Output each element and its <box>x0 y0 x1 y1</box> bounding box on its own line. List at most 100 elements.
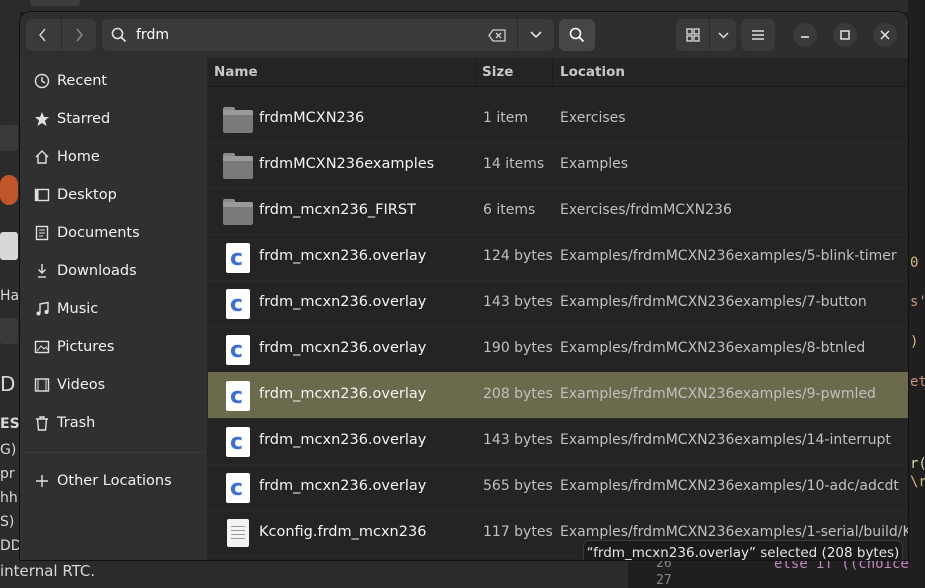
search-icon <box>569 27 585 43</box>
file-size: 190 bytes <box>483 340 553 356</box>
sidebar-item-label: Trash <box>57 415 96 431</box>
c-source-file-icon: c <box>223 243 253 273</box>
back-button[interactable] <box>26 19 61 51</box>
table-row[interactable]: frdm_mcxn236_FIRST 6 items Exercises/frdmM… <box>208 188 908 235</box>
file-name: frdm_mcxn236.overlay <box>259 478 427 494</box>
line-number: 27 <box>656 573 672 588</box>
main-menu-button[interactable] <box>741 19 775 51</box>
table-row[interactable]: c frdm_mcxn236.overlay 143 bytes Examples/f… <box>208 280 908 327</box>
column-header-location[interactable]: Location <box>560 64 625 80</box>
desktop-icon <box>32 187 52 203</box>
table-row[interactable]: frdmMCXN236examples 14 items Examples <box>208 142 908 189</box>
background-field <box>0 318 18 344</box>
view-options-dropdown[interactable] <box>709 19 736 51</box>
file-name: frdm_mcxn236.overlay <box>259 340 427 356</box>
file-location: Examples <box>560 156 629 172</box>
sidebar-item-videos[interactable]: Videos <box>20 366 207 404</box>
file-location: Examples/frdmMCXN236examples/7-button <box>560 294 867 310</box>
sidebar-item-label: Other Locations <box>57 473 172 489</box>
star-icon <box>32 111 52 127</box>
file-location: Examples/frdmMCXN236examples/9-pwmled <box>560 386 876 402</box>
file-name: Kconfig.frdm_mcxn236 <box>259 524 427 540</box>
backspace-icon <box>488 28 506 42</box>
text-file-icon <box>223 519 253 549</box>
header-bar <box>20 12 908 58</box>
sidebar-item-desktop[interactable]: Desktop <box>20 176 207 214</box>
column-header-name[interactable]: Name <box>214 64 258 80</box>
background-code-text: et <box>910 374 925 390</box>
chevron-right-icon <box>76 28 83 42</box>
home-icon <box>32 149 52 165</box>
music-icon <box>32 301 52 317</box>
c-source-file-icon: c <box>223 427 253 457</box>
sidebar-item-other-locations[interactable]: Other Locations <box>20 462 207 500</box>
file-name: frdmMCXN236 <box>259 110 365 126</box>
c-source-file-icon: c <box>223 289 253 319</box>
background-code-text: 0 <box>910 255 919 271</box>
sidebar-item-music[interactable]: Music <box>20 290 207 328</box>
sidebar-item-documents[interactable]: Documents <box>20 214 207 252</box>
background-text: S) <box>0 514 15 530</box>
search-input[interactable] <box>136 27 477 43</box>
search-toggle-button[interactable] <box>559 19 595 51</box>
close-button[interactable] <box>873 23 897 47</box>
column-divider[interactable] <box>475 58 476 86</box>
c-source-file-icon: c <box>223 381 253 411</box>
column-headers: Name Size Location <box>208 58 908 87</box>
clear-search-button[interactable] <box>477 28 517 42</box>
background-text: internal RTC. <box>0 562 96 580</box>
file-location: Examples/frdmMCXN236examples/1-serial/bu… <box>560 524 908 540</box>
sidebar-item-pictures[interactable]: Pictures <box>20 328 207 366</box>
file-name: frdm_mcxn236.overlay <box>259 248 427 264</box>
sidebar-item-starred[interactable]: Starred <box>20 100 207 138</box>
file-size: 1 item <box>483 110 528 126</box>
background-tab <box>30 0 80 6</box>
table-row[interactable]: c frdm_mcxn236.overlay 143 bytes Examples/f… <box>208 418 908 465</box>
background-app-bottom: internal RTC. 26 27 else if ((choice <box>0 556 925 588</box>
sidebar-item-downloads[interactable]: Downloads <box>20 252 207 290</box>
sidebar-item-trash[interactable]: Trash <box>20 404 207 442</box>
maximize-button[interactable] <box>833 23 857 47</box>
file-size: 124 bytes <box>483 248 553 264</box>
file-size: 6 items <box>483 202 536 218</box>
background-text: D <box>0 372 16 396</box>
chevron-left-icon <box>39 28 46 42</box>
background-code-editor: 26 27 else if ((choice <box>628 556 925 588</box>
c-source-file-icon: c <box>223 335 253 365</box>
sidebar-item-label: Downloads <box>57 263 137 279</box>
file-size: 117 bytes <box>483 524 553 540</box>
picture-icon <box>32 339 52 355</box>
table-row[interactable]: c frdm_mcxn236.overlay 565 bytes Examples/f… <box>208 464 908 511</box>
sidebar-item-home[interactable]: Home <box>20 138 207 176</box>
grid-icon <box>686 28 700 42</box>
sidebar-item-recent[interactable]: Recent <box>20 62 207 100</box>
close-icon <box>880 30 890 40</box>
table-row[interactable]: c frdm_mcxn236.overlay 208 bytes Examples/f… <box>208 372 908 419</box>
forward-button[interactable] <box>62 19 97 51</box>
sidebar-item-label: Starred <box>57 111 111 127</box>
grid-view-button[interactable] <box>676 19 709 51</box>
file-size: 565 bytes <box>483 478 553 494</box>
c-source-file-icon: c <box>223 473 253 503</box>
table-row[interactable]: c frdm_mcxn236.overlay 124 bytes Examples/f… <box>208 234 908 281</box>
file-name: frdm_mcxn236.overlay <box>259 294 427 310</box>
column-header-size[interactable]: Size <box>482 64 513 80</box>
background-text: hh <box>0 490 18 506</box>
folder-icon <box>223 151 253 181</box>
background-code-text: s' <box>910 294 925 310</box>
search-options-dropdown[interactable] <box>517 19 554 51</box>
background-text: pr <box>0 466 15 482</box>
search-icon <box>102 27 136 43</box>
background-app-left: Ha D ES G) pr hh S) DD <box>0 0 22 588</box>
minimize-button[interactable] <box>793 23 817 47</box>
sidebar: Recent Starred Home Desktop Documents Do… <box>20 58 207 560</box>
table-row[interactable]: frdmMCXN236 1 item Exercises <box>208 96 908 143</box>
view-switcher <box>676 19 736 51</box>
chevron-down-icon <box>530 31 542 39</box>
column-divider[interactable] <box>552 58 553 86</box>
table-row[interactable]: c frdm_mcxn236.overlay 190 bytes Examples/f… <box>208 326 908 373</box>
sidebar-item-label: Music <box>57 301 99 317</box>
sidebar-item-label: Home <box>57 149 100 165</box>
clock-icon <box>32 73 52 89</box>
file-location: Exercises <box>560 110 626 126</box>
